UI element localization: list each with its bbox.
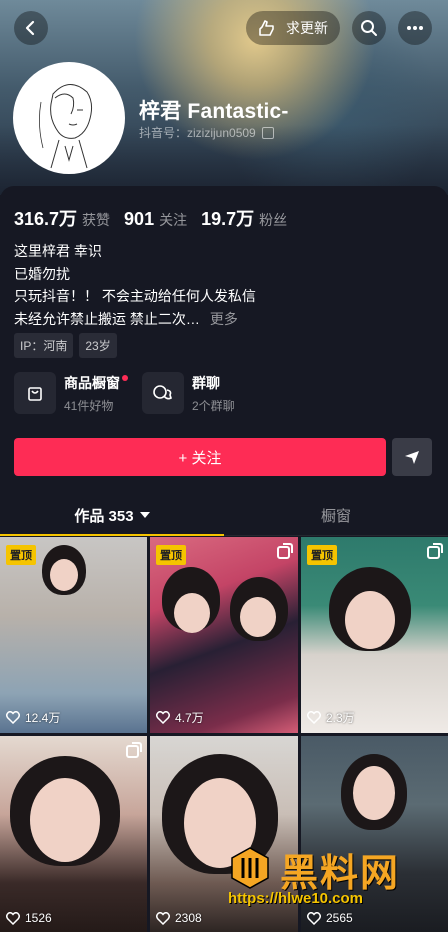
stat-label: 粉丝: [259, 212, 288, 228]
like-count: 1526: [6, 911, 52, 925]
caret-down-icon: [139, 512, 150, 518]
like-count: 12.4万: [6, 709, 60, 726]
bio-line: 这里梓君 幸识: [14, 243, 102, 259]
stat-likes[interactable]: 316.7万 获赞: [14, 205, 110, 231]
heart-icon: [307, 711, 321, 724]
bio-line-text: 未经允许禁止搬运 禁止二次…: [14, 310, 200, 327]
request-update-label: 求更新: [286, 20, 328, 36]
notification-dot: [122, 375, 128, 381]
like-count-value: 2.3万: [326, 711, 355, 725]
profile-name: 梓君 Fantastic-: [139, 100, 289, 123]
shop-window-title: 商品橱窗: [64, 374, 120, 391]
request-update-button[interactable]: 求更新: [246, 11, 340, 45]
tab-works-label: 作品 353: [74, 507, 134, 525]
tab-works[interactable]: 作品 353: [0, 495, 224, 536]
bio-line: 已婚勿扰: [14, 265, 70, 282]
douyin-id-value: zizizijun0509: [187, 125, 256, 140]
tab-showcase[interactable]: 橱窗: [224, 495, 448, 535]
multi-image-icon: [126, 742, 142, 758]
stat-following[interactable]: 901 关注: [124, 209, 187, 230]
pinned-badge: 置顶: [156, 545, 186, 565]
stat-number: 901: [124, 209, 155, 229]
feature-entries: 商品橱窗 41件好物 群聊 2个群聊: [14, 372, 257, 414]
heart-icon: [6, 711, 20, 724]
top-bar: 求更新: [0, 0, 448, 56]
watermark-title: 黑料网: [280, 853, 401, 895]
chevron-left-icon: [25, 20, 35, 36]
shopping-bag-icon: [14, 372, 56, 414]
multi-image-icon: [277, 543, 293, 559]
stat-number: 19.7万: [201, 209, 255, 229]
avatar-sketch-image: [15, 64, 123, 172]
more-button[interactable]: [398, 11, 432, 45]
content-tabs: 作品 353 橱窗: [0, 495, 448, 536]
stat-followers[interactable]: 19.7万 粉丝: [201, 205, 287, 231]
heart-icon: [6, 911, 20, 925]
like-count-value: 4.7万: [175, 711, 204, 725]
stats-row: 316.7万 获赞 901 关注 19.7万 粉丝: [14, 205, 301, 231]
group-chat-subtitle: 2个群聊: [192, 398, 235, 413]
like-count-value: 1526: [25, 911, 52, 925]
ip-location-tag: IP：河南: [14, 333, 74, 358]
like-count-value: 2308: [175, 911, 202, 925]
profile-tags: IP：河南 23岁: [14, 333, 123, 358]
heart-icon: [156, 711, 170, 724]
like-count: 4.7万: [156, 709, 204, 726]
follow-button[interactable]: + 关注: [14, 438, 386, 476]
back-button[interactable]: [14, 11, 48, 45]
stat-label: 关注: [159, 212, 188, 228]
send-icon: [405, 451, 419, 464]
bio-line: 未经允许禁止搬运 禁止二次… 更多: [14, 308, 256, 331]
stat-number: 316.7万: [14, 209, 78, 229]
age-tag: 23岁: [79, 333, 117, 358]
watermark-logo-icon: [231, 847, 269, 889]
multi-image-icon: [427, 543, 443, 559]
shop-window-subtitle: 41件好物: [64, 398, 114, 413]
shop-window-entry[interactable]: 商品橱窗 41件好物: [14, 372, 128, 414]
like-count: 2308: [156, 911, 202, 925]
pinned-badge: 置顶: [6, 545, 36, 565]
heart-icon: [156, 911, 170, 925]
watermark-url: https://hlwe10.com: [228, 890, 364, 907]
like-count-value: 12.4万: [25, 711, 61, 725]
group-chat-title: 群聊: [192, 374, 220, 391]
video-thumbnail[interactable]: 置顶 12.4万: [0, 537, 147, 733]
video-thumbnail[interactable]: 置顶 4.7万: [150, 537, 298, 733]
like-count: 2.3万: [307, 709, 355, 726]
video-thumbnail[interactable]: 置顶 2.3万: [301, 537, 448, 733]
hand-point-icon: [256, 17, 278, 39]
chat-bubbles-icon: [142, 372, 184, 414]
search-button[interactable]: [352, 11, 386, 45]
stat-label: 获赞: [82, 212, 111, 228]
bio-line: 只玩抖音！！ 不会主动给任何人发私信: [14, 288, 256, 304]
avatar[interactable]: [13, 62, 125, 174]
search-icon: [361, 20, 377, 36]
pinned-badge: 置顶: [307, 545, 337, 565]
copy-icon[interactable]: [261, 126, 274, 139]
bio: 这里梓君 幸识 已婚勿扰 只玩抖音！！ 不会主动给任何人发私信 未经允许禁止搬运…: [14, 240, 256, 330]
bio-more-link[interactable]: 更多: [210, 311, 238, 327]
video-thumbnail[interactable]: 1526: [0, 736, 147, 932]
watermark: 黑料网 https://hlwe10.com: [228, 840, 440, 920]
douyin-id-label: 抖音号：: [139, 126, 188, 140]
more-dots-icon: [407, 26, 423, 30]
share-button[interactable]: [392, 438, 432, 476]
group-chat-entry[interactable]: 群聊 2个群聊: [142, 372, 235, 414]
douyin-id[interactable]: 抖音号： zizizijun0509: [139, 124, 274, 141]
